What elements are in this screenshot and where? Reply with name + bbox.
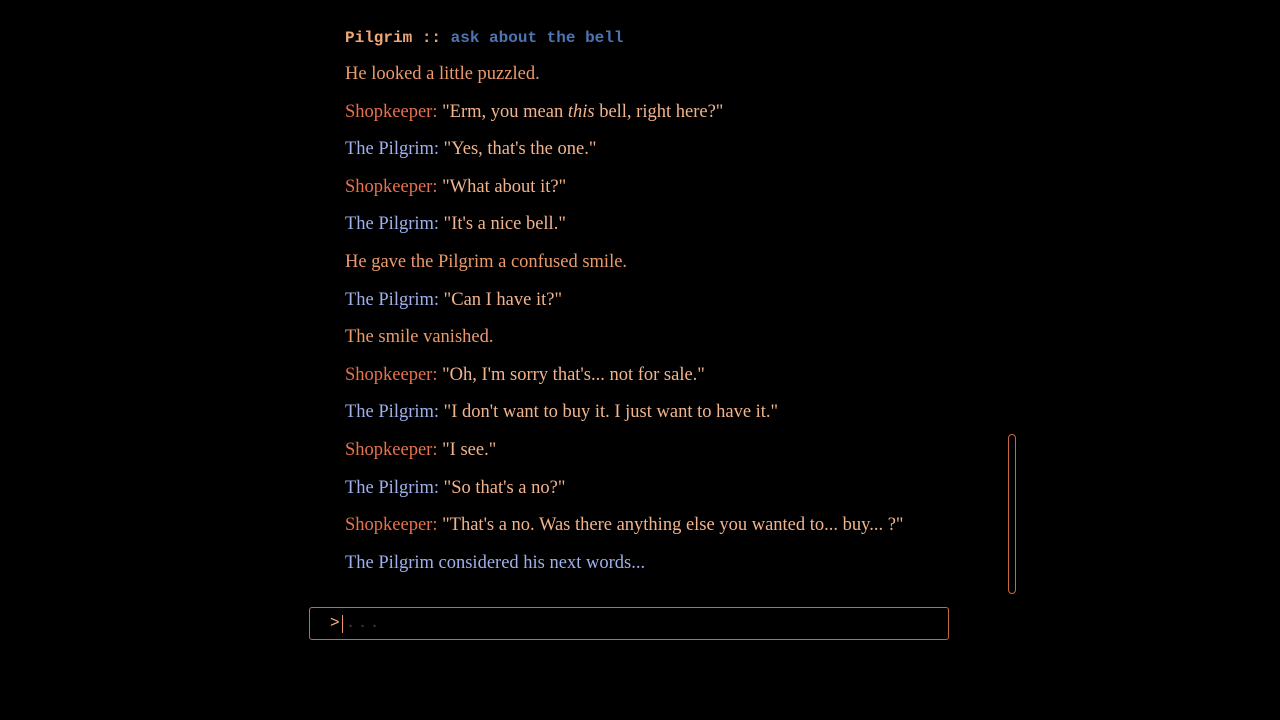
speaker-shopkeeper: Shopkeeper: [345, 176, 438, 197]
speaker-pilgrim: The Pilgrim: [345, 477, 440, 498]
log-line-dialogue: Shopkeeper: "Erm, you mean this bell, ri… [345, 94, 985, 132]
speech-text: "So that's a no?" [443, 477, 566, 498]
speaker-pilgrim: The Pilgrim: [345, 139, 440, 160]
speech-text: "Oh, I'm sorry that's... not for sale." [442, 364, 705, 385]
log-line-dialogue: Shopkeeper: "That's a no. Was there anyt… [345, 507, 985, 545]
log-line-narration: The smile vanished. [345, 327, 494, 348]
log-line-dialogue: Shopkeeper: "I see." [345, 432, 985, 470]
speech-text: "Yes, that's the one." [443, 139, 597, 160]
log-line-narration: He gave the Pilgrim a confused smile. [345, 251, 628, 272]
speech-text-part: bell, right here?" [594, 101, 724, 122]
dialogue-log: Pilgrim :: ask about the bell He looked … [345, 25, 985, 582]
command-input[interactable] [346, 608, 936, 639]
speaker-pilgrim: The Pilgrim: [345, 214, 440, 235]
log-line-dialogue: The Pilgrim: "Yes, that's the one." [345, 131, 985, 169]
speaker-shopkeeper: Shopkeeper: [345, 515, 438, 536]
speech-text: "Erm, you mean this bell, right here?" [442, 102, 723, 122]
speech-text: "I see." [442, 439, 497, 460]
log-line-dialogue: Shopkeeper: "What about it?" [345, 169, 985, 207]
log-scrollbar[interactable] [1008, 434, 1016, 594]
speech-text: "What about it?" [442, 176, 567, 197]
speaker-shopkeeper: Shopkeeper: [345, 439, 438, 460]
speaker-shopkeeper: Shopkeeper: [345, 101, 438, 122]
speech-text: "It's a nice bell." [443, 214, 566, 235]
speaker-pilgrim: The Pilgrim: [345, 402, 440, 423]
speech-text: "I don't want to buy it. I just want to … [443, 402, 779, 423]
log-line-dialogue: The Pilgrim: "I don't want to buy it. I … [345, 394, 985, 432]
speech-text: "Can I have it?" [443, 289, 563, 310]
prompt-symbol: > [330, 614, 340, 632]
log-line-dialogue: The Pilgrim: "It's a nice bell." [345, 206, 985, 244]
speaker-shopkeeper: Shopkeeper: [345, 364, 438, 385]
log-line-narration: He looked a little puzzled. [345, 64, 540, 84]
log-line-dialogue: The Pilgrim: "Can I have it?" [345, 282, 985, 320]
log-line-dialogue: Shopkeeper: "Oh, I'm sorry that's... not… [345, 357, 985, 395]
speech-text-part: "Erm, you mean [442, 101, 568, 122]
log-line-dialogue: The Pilgrim: "So that's a no?" [345, 470, 985, 508]
command-echo-text: ask about the bell [450, 29, 624, 47]
command-echo-speaker: Pilgrim [345, 29, 413, 47]
text-caret [342, 615, 343, 633]
speech-emphasis: this [567, 101, 595, 122]
speaker-pilgrim: The Pilgrim: [345, 289, 440, 310]
command-echo-separator: :: [421, 29, 442, 47]
command-input-box[interactable]: > [309, 607, 949, 640]
speech-text: "That's a no. Was there anything else yo… [442, 515, 904, 536]
command-echo: Pilgrim :: ask about the bell [345, 25, 985, 51]
log-line-narration: The Pilgrim considered his next words... [345, 552, 646, 573]
